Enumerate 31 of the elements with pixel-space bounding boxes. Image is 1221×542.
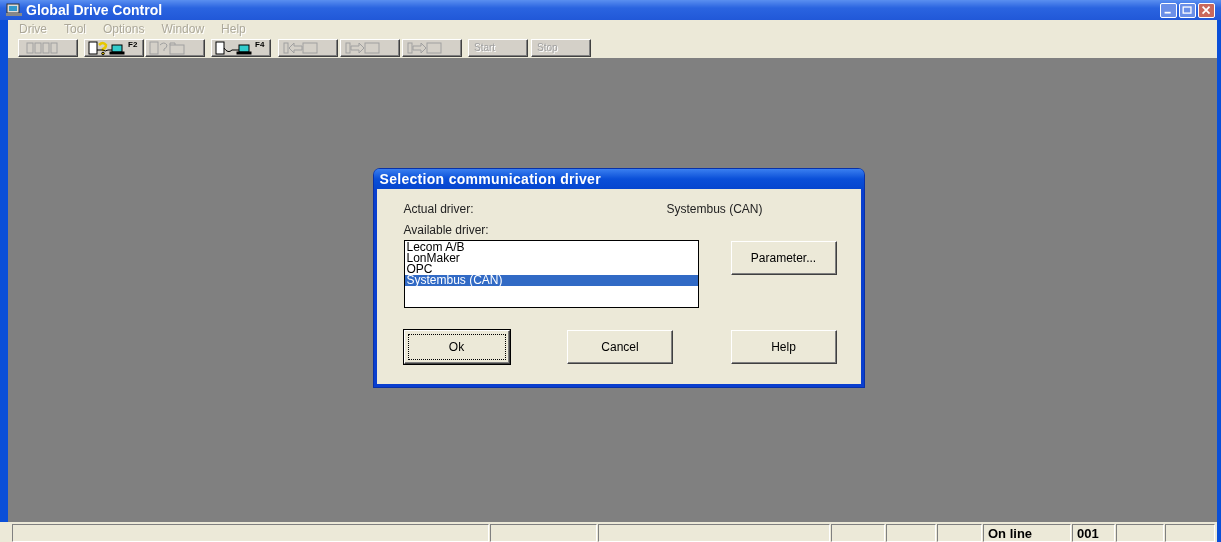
field-label: Available driver: <box>403 223 490 237</box>
parameter-button[interactable]: Parameter... <box>730 241 837 275</box>
connection-status: On line <box>983 524 1071 542</box>
toolbar-button[interactable]: F4 <box>211 38 271 57</box>
dialog-title: Selection communication driver <box>373 169 864 189</box>
status-pane <box>1165 524 1215 542</box>
list-item[interactable]: LonMaker <box>404 253 698 264</box>
drive-link-icon <box>214 39 254 56</box>
status-pane <box>937 524 982 542</box>
ok-button[interactable]: Ok <box>403 330 510 364</box>
help-button[interactable]: Help <box>730 330 837 364</box>
query-drive-icon <box>87 39 127 56</box>
arrow-right-icon <box>405 39 445 56</box>
list-item[interactable]: Systembus (CAN) <box>404 275 698 286</box>
close-icon[interactable] <box>1198 2 1215 18</box>
status-pane <box>1116 524 1164 542</box>
toolbar-button[interactable]: F2 <box>84 38 144 57</box>
field-value: Systembus (CAN) <box>666 202 763 216</box>
query-folder-icon <box>148 39 188 56</box>
address-status: 001 <box>1072 524 1115 542</box>
computer-icon <box>6 3 22 17</box>
field-label: Actual driver: <box>403 202 475 216</box>
minimize-icon[interactable] <box>1160 2 1177 18</box>
status-pane <box>886 524 936 542</box>
window-title: Global Drive Control <box>26 2 164 18</box>
maximize-icon[interactable] <box>1179 2 1196 18</box>
arrow-right-icon <box>343 39 383 56</box>
list-item[interactable]: OPC <box>404 264 698 275</box>
cancel-button[interactable]: Cancel <box>567 330 673 364</box>
arrow-left-icon <box>281 39 321 56</box>
list-item[interactable]: Lecom A/B <box>404 242 698 253</box>
